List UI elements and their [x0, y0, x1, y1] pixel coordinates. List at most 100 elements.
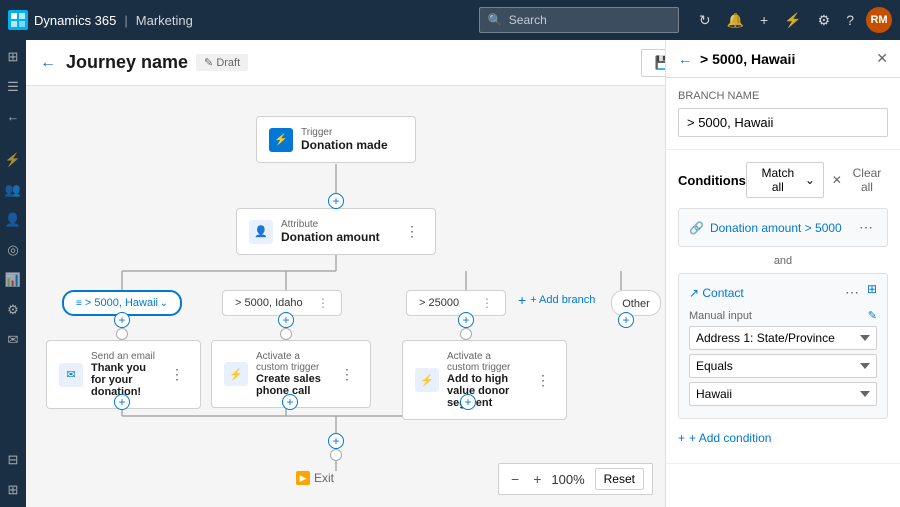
match-all-button[interactable]: Match all ⌄: [746, 162, 824, 198]
branch-idaho-menu[interactable]: ⋮: [317, 296, 329, 310]
clear-x-icon: ✕: [832, 173, 842, 187]
panel-title: > 5000, Hawaii: [700, 51, 868, 67]
app-module: Marketing: [136, 13, 193, 28]
branch-name-label: Branch name: [678, 90, 888, 102]
settings-icon[interactable]: ⚙: [814, 8, 835, 33]
action-email-menu[interactable]: ⋮: [166, 364, 188, 385]
add-condition-icon: +: [678, 431, 685, 445]
branch-name-input[interactable]: [678, 108, 888, 137]
condition-menu[interactable]: ⋯: [855, 217, 877, 238]
search-placeholder: Search: [509, 13, 547, 27]
attribute-menu[interactable]: ⋮: [401, 221, 423, 242]
state-province-select[interactable]: Address 1: State/Province: [689, 326, 877, 350]
back-button[interactable]: ←: [38, 52, 58, 74]
canvas: ⚡ Trigger Donation made + 👤 Attribute Do…: [26, 86, 665, 507]
sidebar-analytics[interactable]: 📊: [0, 267, 26, 293]
add-condition-button[interactable]: + + Add condition: [678, 425, 771, 451]
app-name: Dynamics 365: [34, 13, 116, 28]
reset-button[interactable]: Reset: [595, 468, 644, 490]
zoom-out-button[interactable]: −: [507, 471, 523, 487]
sidebar-segments[interactable]: ◎: [0, 237, 26, 263]
trigger-node: ⚡ Trigger Donation made: [256, 116, 416, 163]
exit-node: ▶ Exit: [296, 471, 334, 485]
action-phone-menu[interactable]: ⋮: [336, 364, 358, 385]
manual-input-icon: ✎: [868, 309, 877, 322]
sidebar-bottom2[interactable]: ⊞: [0, 477, 26, 503]
action-segment-menu[interactable]: ⋮: [532, 370, 554, 391]
manual-input-label: Manual input ✎: [689, 309, 877, 322]
action-email-name: Thank you for your donation!: [91, 362, 158, 398]
branch-25000-label: > 25000: [419, 297, 459, 309]
action-segment[interactable]: ⚡ Activate a custom trigger Add to high …: [402, 340, 567, 420]
plus-after-email[interactable]: +: [114, 394, 130, 410]
bell-icon[interactable]: 🔔: [723, 8, 748, 33]
panel-header: ← > 5000, Hawaii ✕: [666, 40, 900, 78]
branch-idaho-label: > 5000, Idaho: [235, 297, 303, 309]
equals-select[interactable]: Equals: [689, 354, 877, 378]
contact-label: ↗ Contact: [689, 286, 744, 300]
search-bar[interactable]: 🔍 Search: [479, 7, 679, 33]
plus-after-phone[interactable]: +: [282, 394, 298, 410]
plus-after-trigger[interactable]: +: [328, 193, 344, 209]
trigger-type-label: Trigger: [301, 127, 388, 138]
circle-idaho: [280, 328, 292, 340]
plus-other[interactable]: +: [618, 312, 634, 328]
sidebar-menu[interactable]: ☰: [0, 74, 26, 100]
trigger-segment-icon: ⚡: [415, 368, 439, 392]
hawaii-select[interactable]: Hawaii: [689, 382, 877, 406]
zoom-controls: − + 100% Reset: [498, 463, 653, 495]
contact-expand-icon[interactable]: ⊞: [867, 282, 877, 303]
sidebar-settings2[interactable]: ⚙: [0, 297, 26, 323]
panel-close-button[interactable]: ✕: [876, 50, 888, 67]
plus-hawaii[interactable]: +: [114, 312, 130, 328]
add-branch-button[interactable]: + + Add branch: [518, 292, 595, 308]
circle-25000: [460, 328, 472, 340]
attribute-icon: 👤: [249, 220, 273, 244]
branch-other[interactable]: Other: [611, 290, 661, 316]
action-email-type: Send an email: [91, 351, 158, 362]
plus-to-exit[interactable]: +: [328, 433, 344, 449]
trigger-name: Donation made: [301, 138, 388, 152]
conditions-header: Conditions Match all ⌄ ✕ Clear all: [678, 162, 888, 198]
exit-label: Exit: [314, 471, 334, 485]
panel-back-button[interactable]: ←: [678, 51, 692, 67]
trigger-phone-icon: ⚡: [224, 362, 248, 386]
attribute-type-label: Attribute: [281, 219, 380, 230]
zoom-in-button[interactable]: +: [529, 471, 545, 487]
app-logo-icon: [8, 10, 28, 30]
plus-idaho[interactable]: +: [278, 312, 294, 328]
action-segment-name: Add to high value donor segment: [447, 373, 524, 409]
refresh-icon[interactable]: ↻: [695, 8, 715, 33]
contact-condition-row: ↗ Contact ⋯ ⊞ Manual input ✎ Address 1: …: [678, 273, 888, 419]
branch-25000[interactable]: > 25000 ⋮: [406, 290, 506, 316]
search-icon: 🔍: [488, 13, 503, 27]
circle-to-exit: [330, 449, 342, 461]
plus-after-segment[interactable]: +: [460, 394, 476, 410]
condition-icon: 🔗: [689, 221, 704, 235]
clear-all-button[interactable]: ✕ Clear all: [832, 166, 888, 194]
trigger-icon: ⚡: [269, 128, 293, 152]
donation-condition-row: 🔗 Donation amount > 5000 ⋯: [678, 208, 888, 247]
status-badge: ✎ Draft: [196, 54, 248, 71]
donation-condition-link[interactable]: 🔗 Donation amount > 5000: [689, 221, 842, 235]
plus-nav-icon[interactable]: +: [756, 8, 772, 32]
sidebar-people[interactable]: 👥: [0, 177, 26, 203]
contact-menu[interactable]: ⋯: [841, 282, 863, 303]
sidebar-back-arrow[interactable]: ←: [0, 104, 26, 129]
action-segment-type: Activate a custom trigger: [447, 351, 524, 373]
sidebar-mail[interactable]: ✉: [0, 327, 26, 353]
email-icon: ✉: [59, 363, 83, 387]
branch-other-label: Other: [622, 298, 650, 310]
nav-actions: ↻ 🔔 + ⚡ ⚙ ? RM: [695, 7, 892, 33]
sidebar-home[interactable]: ⊞: [0, 44, 26, 70]
sidebar-journey[interactable]: ⚡: [0, 147, 26, 173]
and-label: and: [678, 255, 888, 267]
sidebar-contacts[interactable]: 👤: [0, 207, 26, 233]
branch-25000-menu[interactable]: ⋮: [481, 296, 493, 310]
help-icon[interactable]: ?: [842, 8, 858, 32]
filter-icon[interactable]: ⚡: [780, 8, 805, 33]
avatar[interactable]: RM: [866, 7, 892, 33]
sidebar-bottom1[interactable]: ⊟: [0, 447, 26, 473]
add-branch-icon: +: [518, 292, 526, 308]
plus-25000[interactable]: +: [458, 312, 474, 328]
